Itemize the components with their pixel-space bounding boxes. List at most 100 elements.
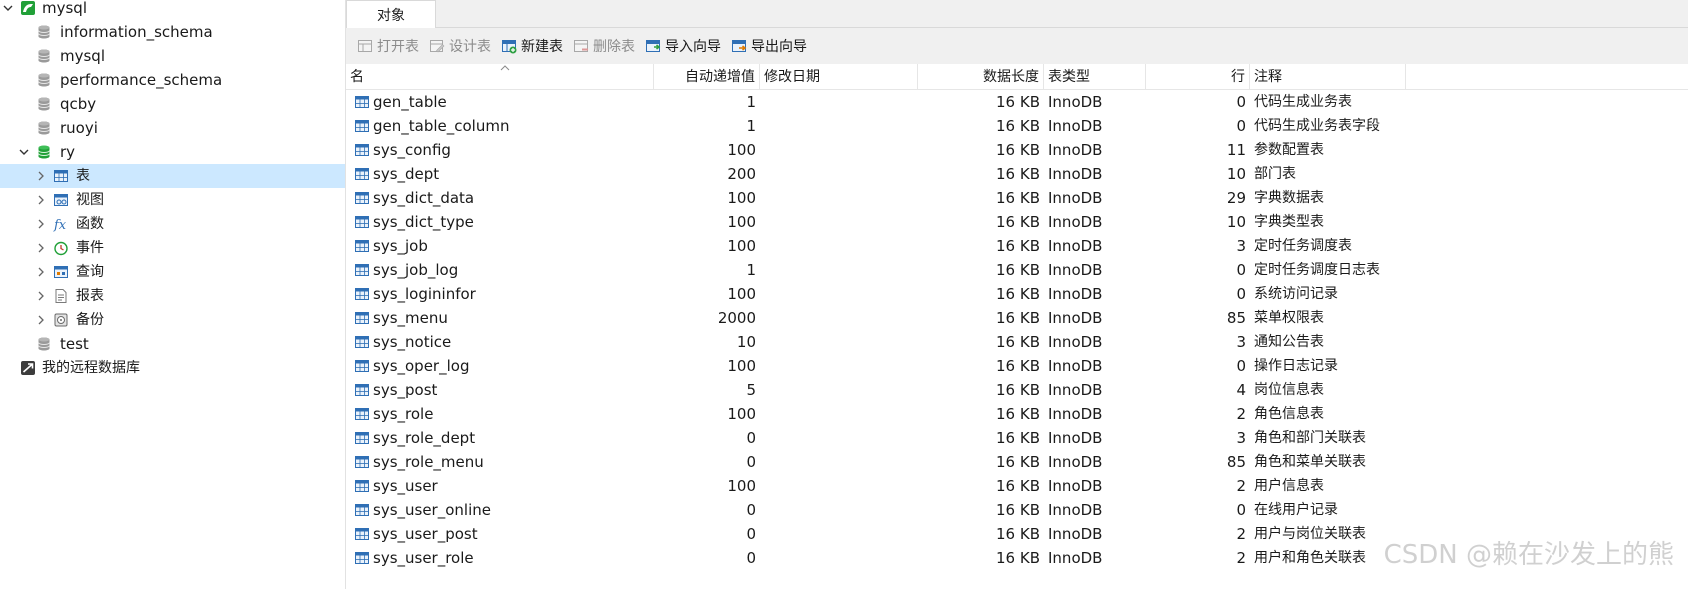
table-row[interactable]: sys_user 100 16 KB InnoDB 2 用户信息表 bbox=[346, 474, 1688, 498]
import-wizard-button[interactable]: 导入向导 bbox=[642, 32, 724, 60]
table-row[interactable]: sys_user_role 0 16 KB InnoDB 2 用户和角色关联表 bbox=[346, 546, 1688, 570]
table-row[interactable]: sys_role 100 16 KB InnoDB 2 角色信息表 bbox=[346, 402, 1688, 426]
cell-data-length: 16 KB bbox=[996, 453, 1040, 471]
table-row[interactable]: sys_dept 200 16 KB InnoDB 10 部门表 bbox=[346, 162, 1688, 186]
chevron-right-icon[interactable] bbox=[35, 194, 47, 206]
design-table-button[interactable]: 设计表 bbox=[426, 32, 494, 60]
tree-database-ry-label: ry bbox=[60, 143, 76, 161]
table-row[interactable]: sys_dict_type 100 16 KB InnoDB 10 字典类型表 bbox=[346, 210, 1688, 234]
tree-item-queries[interactable]: 查询 bbox=[0, 260, 345, 284]
column-header-modified[interactable]: 修改日期 bbox=[760, 64, 918, 90]
tree-database-information-schema-label: information_schema bbox=[60, 23, 213, 41]
tree-item-tables[interactable]: 表 bbox=[0, 164, 345, 188]
tree-database-ry[interactable]: ry bbox=[0, 140, 345, 164]
cell-rows: 3 bbox=[1236, 333, 1246, 351]
delete-table-button[interactable]: 删除表 bbox=[570, 32, 638, 60]
table-icon bbox=[354, 502, 370, 518]
column-header-rows[interactable]: 行 bbox=[1146, 64, 1250, 90]
chevron-right-icon[interactable] bbox=[35, 266, 47, 278]
cell-modified bbox=[760, 306, 918, 330]
table-row[interactable]: sys_job_log 1 16 KB InnoDB 0 定时任务调度日志表 bbox=[346, 258, 1688, 282]
object-table: 名 自动递增值 修改日期 数据长度 表类型 行 注释 gen_table 1 16 … bbox=[346, 64, 1688, 570]
tree-database-mysql[interactable]: mysql bbox=[0, 44, 345, 68]
cell-name: sys_job_log bbox=[346, 258, 654, 282]
table-icon bbox=[354, 454, 370, 470]
cell-auto-increment: 0 bbox=[746, 453, 756, 471]
table-name-text: gen_table_column bbox=[373, 117, 510, 135]
table-row[interactable]: sys_user_post 0 16 KB InnoDB 2 用户与岗位关联表 bbox=[346, 522, 1688, 546]
column-header-comment[interactable]: 注释 bbox=[1250, 64, 1406, 90]
cell-comment: 用户和角色关联表 bbox=[1254, 550, 1366, 566]
tree-database-test[interactable]: test bbox=[0, 332, 345, 356]
tree-item-functions-label: 函数 bbox=[76, 216, 104, 232]
cell-engine: InnoDB bbox=[1048, 117, 1103, 135]
table-icon bbox=[354, 286, 370, 302]
tree-item-reports[interactable]: 报表 bbox=[0, 284, 345, 308]
new-table-button[interactable]: 新建表 bbox=[498, 32, 566, 60]
cell-rows: 10 bbox=[1226, 165, 1246, 183]
table-row[interactable]: sys_role_dept 0 16 KB InnoDB 3 角色和部门关联表 bbox=[346, 426, 1688, 450]
design-table-label: 设计表 bbox=[449, 39, 491, 55]
tab-objects[interactable]: 对象 bbox=[346, 0, 436, 28]
cell-modified bbox=[760, 330, 918, 354]
cell-auto-increment: 100 bbox=[727, 285, 756, 303]
tree-item-views[interactable]: 视图 bbox=[0, 188, 345, 212]
cell-data-length: 16 KB bbox=[996, 477, 1040, 495]
tree-item-events[interactable]: 事件 bbox=[0, 236, 345, 260]
tree-item-functions[interactable]: fx 函数 bbox=[0, 212, 345, 236]
cell-modified bbox=[760, 258, 918, 282]
table-row[interactable]: sys_post 5 16 KB InnoDB 4 岗位信息表 bbox=[346, 378, 1688, 402]
table-row[interactable]: sys_role_menu 0 16 KB InnoDB 85 角色和菜单关联表 bbox=[346, 450, 1688, 474]
cell-comment: 用户与岗位关联表 bbox=[1254, 526, 1366, 542]
open-table-button[interactable]: 打开表 bbox=[354, 32, 422, 60]
tree-connection-mysql[interactable]: mysql bbox=[0, 0, 345, 20]
tree-item-tables-label: 表 bbox=[76, 168, 90, 184]
tree-database-information-schema[interactable]: information_schema bbox=[0, 20, 345, 44]
tree-remote-databases[interactable]: 我的远程数据库 bbox=[0, 356, 345, 380]
column-header-data-length[interactable]: 数据长度 bbox=[918, 64, 1044, 90]
cell-rows: 85 bbox=[1226, 309, 1246, 327]
table-row[interactable]: sys_notice 10 16 KB InnoDB 3 通知公告表 bbox=[346, 330, 1688, 354]
cell-data-length: 16 KB bbox=[996, 357, 1040, 375]
column-header-engine[interactable]: 表类型 bbox=[1044, 64, 1146, 90]
table-row[interactable]: gen_table 1 16 KB InnoDB 0 代码生成业务表 bbox=[346, 90, 1688, 114]
export-wizard-button[interactable]: 导出向导 bbox=[728, 32, 810, 60]
tree-database-performance-schema[interactable]: performance_schema bbox=[0, 68, 345, 92]
table-row[interactable]: sys_job 100 16 KB InnoDB 3 定时任务调度表 bbox=[346, 234, 1688, 258]
cell-name: sys_notice bbox=[346, 330, 654, 354]
table-row[interactable]: sys_config 100 16 KB InnoDB 11 参数配置表 bbox=[346, 138, 1688, 162]
tree-database-ruoyi[interactable]: ruoyi bbox=[0, 116, 345, 140]
cell-rows: 0 bbox=[1236, 285, 1246, 303]
cell-modified bbox=[760, 90, 918, 114]
tree-database-qcby[interactable]: qcby bbox=[0, 92, 345, 116]
cell-data-length: 16 KB bbox=[996, 165, 1040, 183]
chevron-right-icon[interactable] bbox=[35, 290, 47, 302]
tree-database-ruoyi-label: ruoyi bbox=[60, 119, 98, 137]
table-row[interactable]: sys_menu 2000 16 KB InnoDB 85 菜单权限表 bbox=[346, 306, 1688, 330]
cell-rows: 0 bbox=[1236, 357, 1246, 375]
cell-rows: 11 bbox=[1226, 141, 1246, 159]
tree-remote-databases-label: 我的远程数据库 bbox=[42, 360, 140, 376]
chevron-right-icon[interactable] bbox=[35, 242, 47, 254]
cell-engine: InnoDB bbox=[1048, 93, 1103, 111]
chevron-down-icon[interactable] bbox=[2, 2, 14, 14]
cell-name: sys_role_menu bbox=[346, 450, 654, 474]
cell-modified bbox=[760, 186, 918, 210]
mysql-connection-icon bbox=[20, 0, 36, 16]
table-row[interactable]: sys_logininfor 100 16 KB InnoDB 0 系统访问记录 bbox=[346, 282, 1688, 306]
chevron-right-icon[interactable] bbox=[35, 170, 47, 182]
design-table-icon bbox=[429, 38, 445, 54]
cell-comment: 角色信息表 bbox=[1254, 406, 1324, 422]
cell-modified bbox=[760, 546, 918, 570]
table-row[interactable]: sys_user_online 0 16 KB InnoDB 0 在线用户记录 bbox=[346, 498, 1688, 522]
tree-item-backups[interactable]: 备份 bbox=[0, 308, 345, 332]
chevron-down-icon[interactable] bbox=[18, 146, 30, 158]
table-row[interactable]: gen_table_column 1 16 KB InnoDB 0 代码生成业务表字段 bbox=[346, 114, 1688, 138]
cell-auto-increment: 200 bbox=[727, 165, 756, 183]
cell-engine: InnoDB bbox=[1048, 453, 1103, 471]
table-row[interactable]: sys_oper_log 100 16 KB InnoDB 0 操作日志记录 bbox=[346, 354, 1688, 378]
chevron-right-icon[interactable] bbox=[35, 314, 47, 326]
chevron-right-icon[interactable] bbox=[35, 218, 47, 230]
column-header-auto-increment[interactable]: 自动递增值 bbox=[654, 64, 760, 90]
table-row[interactable]: sys_dict_data 100 16 KB InnoDB 29 字典数据表 bbox=[346, 186, 1688, 210]
